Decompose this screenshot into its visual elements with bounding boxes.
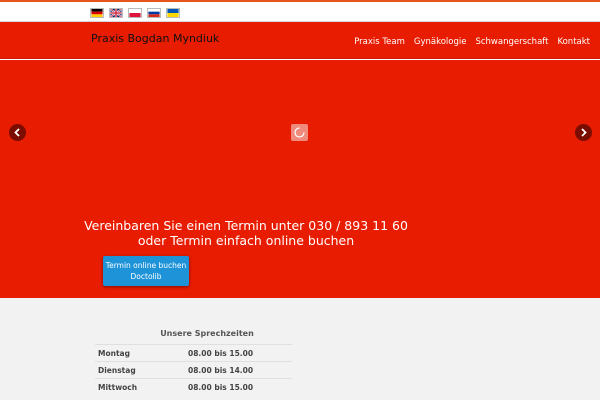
main-nav: Praxis Team Gynäkologie Schwangerschaft … <box>354 37 590 47</box>
flag-ru-icon[interactable] <box>147 8 161 18</box>
hours-time: 08.00 bis 15.00 <box>188 349 254 358</box>
chevron-right-icon <box>581 128 587 137</box>
nav-item-kontakt[interactable]: Kontakt <box>557 37 590 47</box>
site-header: Praxis Bogdan Myndiuk Praxis Team Gynäko… <box>0 22 600 59</box>
slider-next-button[interactable] <box>575 124 592 141</box>
hero-slider: Vereinbaren Sie einen Termin unter 030 /… <box>0 60 600 298</box>
hero-headline-line2: oder Termin einfach online buchen <box>137 232 355 248</box>
flag-de-icon[interactable] <box>90 8 104 18</box>
opening-hours-title: Unsere Sprechzeiten <box>160 329 254 338</box>
hours-day: Dienstag <box>98 366 136 375</box>
nav-item-praxis-team[interactable]: Praxis Team <box>354 37 405 47</box>
hours-day: Montag <box>98 349 130 358</box>
flag-pl-icon[interactable] <box>128 8 142 18</box>
flag-gb-icon[interactable] <box>109 8 123 18</box>
book-online-button[interactable]: Termin online buchen Doctolib <box>103 256 189 286</box>
chevron-left-icon <box>14 128 20 137</box>
hero-headline: Vereinbaren Sie einen Termin unter 030 /… <box>0 218 492 248</box>
flag-ua-icon[interactable] <box>166 8 180 18</box>
slider-loader <box>291 124 308 141</box>
hours-time: 08.00 bis 15.00 <box>188 383 254 392</box>
hours-row: Dienstag 08.00 bis 14.00 <box>95 361 292 378</box>
nav-item-schwangerschaft[interactable]: Schwangerschaft <box>475 37 548 47</box>
hero-headline-line1: Vereinbaren Sie einen Termin unter 030 /… <box>84 218 408 233</box>
spinner-icon <box>294 127 305 138</box>
hours-day: Mittwoch <box>98 383 138 392</box>
language-flags <box>90 8 180 18</box>
opening-hours-section: Unsere Sprechzeiten Montag 08.00 bis 15.… <box>0 298 600 400</box>
book-online-label: Termin online buchen <box>105 261 187 270</box>
slider-prev-button[interactable] <box>9 124 26 141</box>
site-brand[interactable]: Praxis Bogdan Myndiuk <box>91 32 219 45</box>
language-bar <box>0 2 600 22</box>
hours-row: Mittwoch 08.00 bis 15.00 <box>95 378 292 395</box>
doctolib-logo: Doctolib <box>130 272 162 281</box>
hours-row: Montag 08.00 bis 15.00 <box>95 344 292 361</box>
nav-item-gynaekologie[interactable]: Gynäkologie <box>414 37 467 47</box>
hours-time: 08.00 bis 14.00 <box>188 366 254 375</box>
